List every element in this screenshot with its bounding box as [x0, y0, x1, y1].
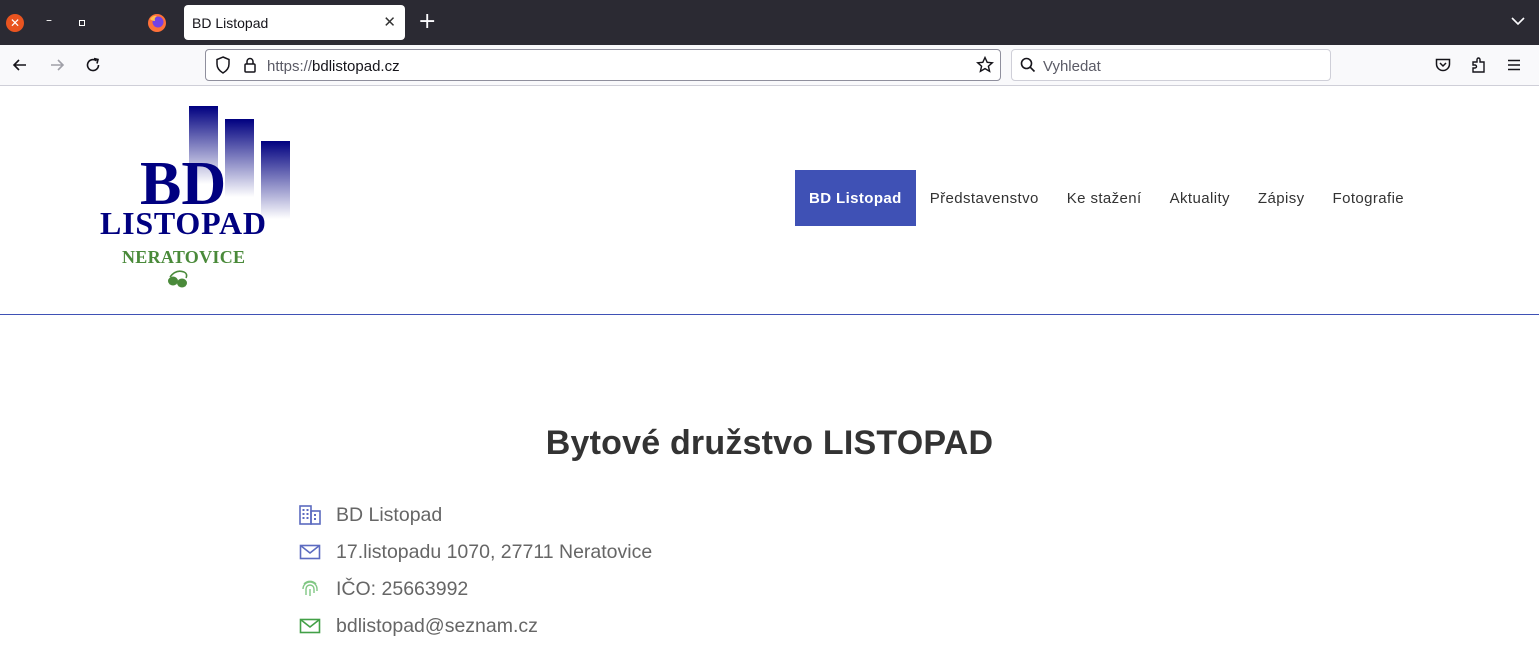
company-name: BD Listopad [336, 503, 443, 526]
search-icon [1020, 57, 1036, 73]
forward-arrow-icon[interactable] [47, 55, 67, 75]
pocket-icon[interactable] [1433, 55, 1453, 75]
envelope-icon [299, 544, 321, 560]
menu-item-ke-stazeni[interactable]: Ke stažení [1053, 170, 1156, 226]
svg-text:LISTOPAD: LISTOPAD [100, 205, 266, 241]
firefox-icon[interactable] [147, 13, 167, 33]
ico-text: IČO: 25663992 [336, 577, 469, 600]
window-close-button[interactable]: ✕ [6, 14, 24, 32]
window-restore-button[interactable] [76, 16, 88, 30]
building-icon [299, 505, 321, 525]
address-text: 17.listopadu 1070, 27711 Neratovice [336, 540, 653, 563]
navigation-toolbar: https://bdlistopad.cz Vyhledat [0, 45, 1539, 86]
chevron-down-icon[interactable] [1510, 13, 1526, 29]
main-menu: BD Listopad Představenstvo Ke stažení Ak… [795, 170, 1418, 226]
search-placeholder: Vyhledat [1043, 58, 1101, 75]
tab-close-icon[interactable]: ✕ [383, 13, 396, 31]
window-minimize-button[interactable]: – [41, 13, 57, 33]
info-company-row: BD Listopad [299, 500, 442, 530]
bookmark-star-icon[interactable] [975, 55, 995, 75]
site-logo[interactable]: BD LISTOPAD NERATOVICE [98, 106, 294, 292]
tab-bar: ✕ – BD Listopad ✕ + [0, 0, 1539, 45]
menu-item-fotografie[interactable]: Fotografie [1319, 170, 1419, 226]
leaf-icon [168, 270, 188, 288]
svg-text:NERATOVICE: NERATOVICE [122, 247, 245, 267]
menu-item-zapisy[interactable]: Zápisy [1244, 170, 1319, 226]
info-address-row: 17.listopadu 1070, 27711 Neratovice [299, 537, 652, 567]
email-link[interactable]: bdlistopad@seznam.cz [336, 615, 538, 638]
back-arrow-icon[interactable] [10, 55, 30, 75]
header-divider [0, 314, 1539, 315]
page-title: Bytové družstvo LISTOPAD [545, 424, 994, 462]
new-tab-plus-icon[interactable]: + [418, 10, 436, 34]
info-email-row: bdlistopad@seznam.cz [299, 611, 538, 641]
menu-item-bd-listopad[interactable]: BD Listopad [795, 170, 916, 226]
fingerprint-icon [302, 580, 318, 596]
menu-item-predstavenstvo[interactable]: Představenstvo [916, 170, 1053, 226]
lock-icon[interactable] [240, 55, 260, 75]
shield-icon[interactable] [213, 55, 233, 75]
tab-bd-listopad[interactable]: BD Listopad ✕ [184, 5, 405, 40]
search-bar[interactable]: Vyhledat [1011, 49, 1331, 81]
address-bar[interactable]: https://bdlistopad.cz [205, 49, 1001, 81]
extensions-icon[interactable] [1469, 55, 1489, 75]
menu-item-aktuality[interactable]: Aktuality [1156, 170, 1244, 226]
url-text[interactable]: https://bdlistopad.cz [267, 58, 400, 75]
web-page: BD LISTOPAD NERATOVICE BD Listopad Předs… [0, 86, 1539, 658]
info-ico-row: IČO: 25663992 [299, 574, 468, 604]
hamburger-menu-icon[interactable] [1504, 55, 1524, 75]
tab-title: BD Listopad [192, 15, 269, 31]
mail-icon [299, 618, 321, 634]
reload-icon[interactable] [83, 55, 103, 75]
